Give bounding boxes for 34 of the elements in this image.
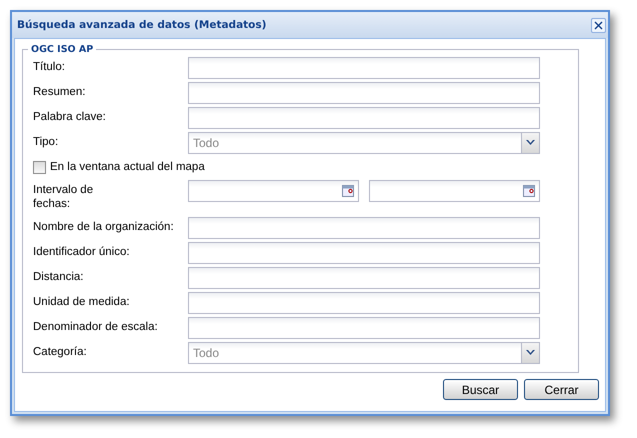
dialog-button[interactable]: Buscar — [443, 379, 518, 400]
date-field[interactable] — [188, 180, 359, 202]
text-field[interactable] — [188, 292, 540, 314]
field-label: Título: — [33, 60, 66, 74]
date-field[interactable] — [369, 180, 540, 202]
caret-icon[interactable] — [526, 140, 535, 146]
window-title: Búsqueda avanzada de datos (Metadatos) — [17, 19, 266, 31]
field-label: Denominador de escala: — [33, 320, 159, 334]
calendar-icon[interactable] — [523, 185, 535, 197]
fieldset-legend: OGC ISO AP — [28, 45, 96, 55]
field-label: Intervalo de fechas: — [33, 183, 94, 211]
text-field[interactable] — [188, 217, 540, 239]
close-button[interactable] — [591, 18, 606, 32]
dropdown-field[interactable]: Todo — [188, 342, 540, 364]
field-label: Unidad de medida: — [33, 295, 131, 309]
text-field[interactable] — [188, 317, 540, 339]
field-label: Palabra clave: — [33, 110, 107, 124]
field-label: Tipo: — [33, 135, 60, 149]
field-label: Identificador único: — [33, 245, 131, 259]
checkbox-option[interactable]: En la ventana actual del mapa — [33, 157, 578, 177]
text-field[interactable] — [188, 82, 540, 104]
dropdown-field[interactable]: Todo — [188, 132, 540, 154]
text-field[interactable] — [188, 57, 540, 79]
text-field[interactable] — [188, 107, 540, 129]
calendar-icon[interactable] — [342, 185, 354, 197]
close-icon[interactable] — [594, 20, 603, 30]
field-label: Categoría: — [33, 345, 88, 359]
field-label: Distancia: — [33, 270, 84, 284]
text-field[interactable] — [188, 242, 540, 264]
field-label: Resumen: — [33, 85, 86, 99]
dialog-button[interactable]: Cerrar — [524, 379, 599, 400]
caret-icon[interactable] — [526, 350, 535, 356]
field-label: Nombre de la organización: — [33, 220, 175, 234]
text-field[interactable] — [188, 267, 540, 289]
